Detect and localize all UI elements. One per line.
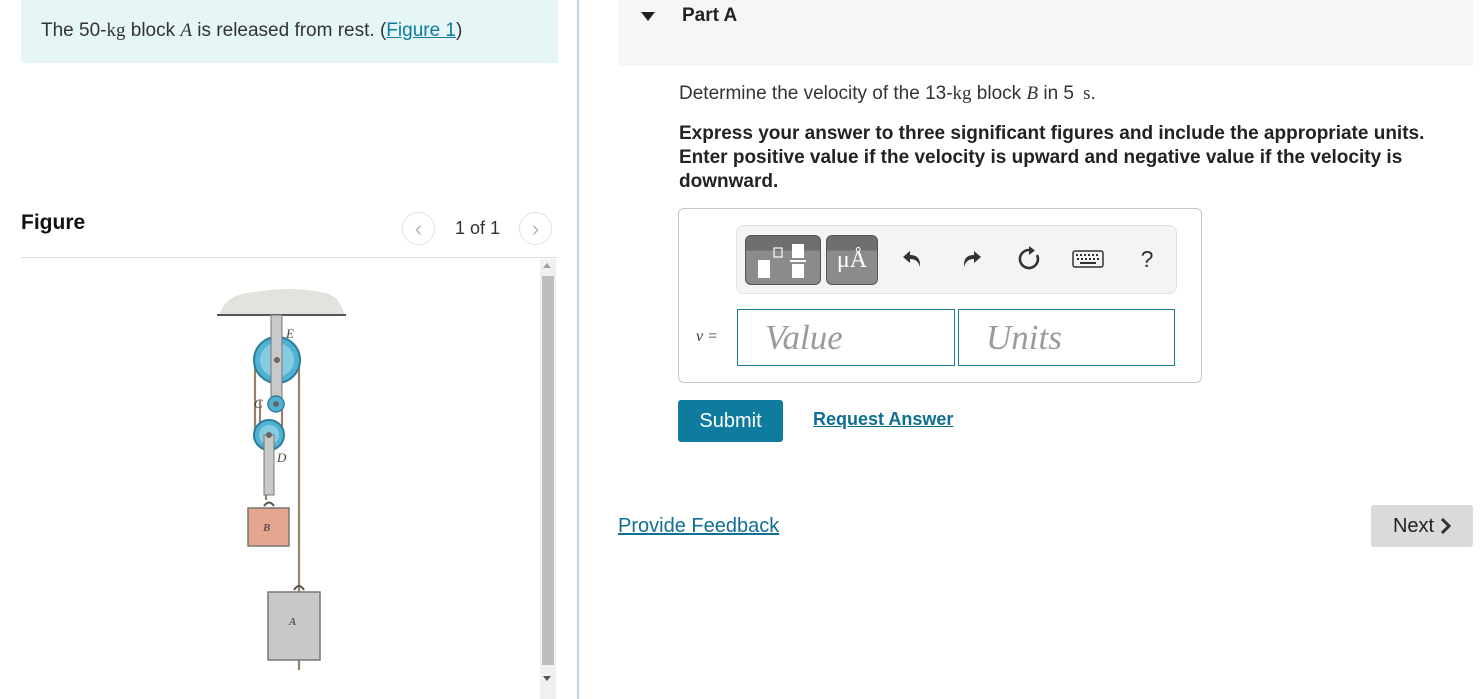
label-C: C: [254, 396, 263, 411]
reset-icon[interactable]: [1014, 244, 1044, 274]
question-text: Determine the velocity of the 13-kg bloc…: [679, 83, 1096, 104]
submit-button[interactable]: Submit: [678, 400, 783, 442]
intro-text: The 50-kg block A is released from rest.…: [41, 20, 463, 41]
fraction-template-icon: [758, 244, 806, 278]
undo-icon[interactable]: [898, 244, 928, 274]
previous-figure-button[interactable]: ‹: [402, 212, 435, 245]
scroll-up-arrow-icon[interactable]: [543, 263, 551, 268]
keyboard-icon[interactable]: [1068, 244, 1108, 274]
help-button[interactable]: ?: [1132, 244, 1162, 274]
chevron-right-icon: ›: [531, 215, 540, 241]
chevron-left-icon: ‹: [414, 215, 423, 241]
math-toolbar: μÅ ?: [736, 225, 1177, 294]
figure-link[interactable]: Figure 1: [386, 20, 456, 41]
figure-scrollbar[interactable]: [540, 259, 556, 699]
label-E: E: [285, 326, 294, 341]
redo-icon[interactable]: [956, 244, 986, 274]
scroll-down-arrow-icon[interactable]: [543, 676, 551, 681]
answer-instructions: Express your answer to three significant…: [679, 123, 1425, 192]
next-button[interactable]: Next: [1371, 505, 1473, 547]
label-A: A: [288, 616, 296, 628]
part-header: [618, 0, 1473, 66]
next-label: Next: [1392, 514, 1435, 537]
label-B: B: [262, 522, 270, 534]
figure-title: Figure: [21, 211, 86, 234]
symbols-button[interactable]: μÅ: [826, 235, 878, 285]
provide-feedback-link[interactable]: Provide Feedback: [618, 515, 779, 538]
request-answer-link[interactable]: Request Answer: [813, 409, 953, 430]
pulley-figure: E C D B A: [217, 289, 346, 670]
value-input[interactable]: [737, 309, 955, 366]
next-figure-button[interactable]: ›: [519, 212, 552, 245]
pane-divider[interactable]: [577, 0, 579, 699]
problem-intro: The 50-kg block A is released from rest.…: [21, 0, 558, 63]
scrollbar-thumb[interactable]: [542, 276, 554, 665]
collapse-triangle-icon[interactable]: [641, 12, 655, 21]
units-input[interactable]: [958, 309, 1175, 366]
variable-label: v =: [696, 328, 718, 345]
part-title: Part A: [682, 5, 738, 26]
label-D: D: [276, 450, 287, 465]
chevron-right-icon: [1441, 518, 1452, 534]
pulley-C: [267, 395, 285, 413]
figure-pager-count: 1 of 1: [455, 218, 501, 238]
templates-button[interactable]: [745, 235, 821, 285]
figure-divider: [21, 257, 557, 258]
ceiling: [217, 289, 346, 316]
